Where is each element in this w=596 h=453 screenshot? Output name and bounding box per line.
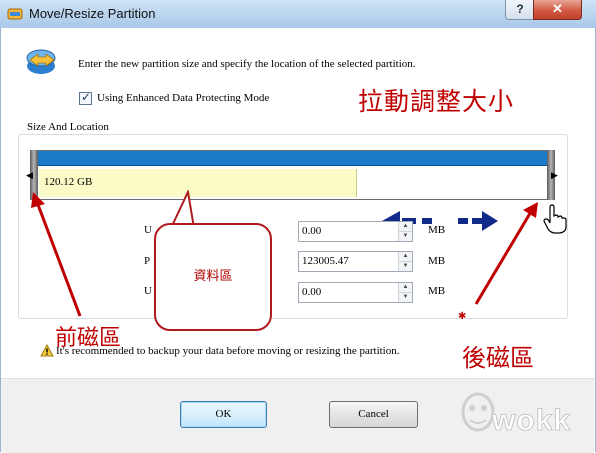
spin-down-icon[interactable]: ▼ [399, 293, 412, 302]
close-button[interactable]: ✕ [533, 0, 582, 20]
data-area-annotation: 資料區 [193, 269, 233, 284]
unit-label: MB [428, 285, 446, 297]
unit-label: MB [428, 224, 446, 236]
partition-size-input[interactable]: 123005.47 ▲ ▼ [298, 251, 413, 272]
partition-size-label: 120.12 GB [44, 176, 93, 188]
unallocated-after-input[interactable]: 0.00 ▲ ▼ [298, 282, 413, 303]
unallocated-after-value: 0.00 [302, 286, 322, 298]
spin-up-icon[interactable]: ▲ [399, 252, 412, 262]
partition-size-value: 123005.47 [302, 255, 349, 267]
ok-button[interactable]: OK [180, 401, 267, 428]
window-title: Move/Resize Partition [29, 6, 156, 21]
warning-text: It's recommended to backup your data bef… [56, 345, 400, 357]
hand-cursor-icon [543, 204, 567, 234]
front-arrow-icon [31, 192, 82, 317]
spinner[interactable]: ▲ ▼ [398, 222, 412, 241]
warning-icon [40, 344, 54, 357]
spinner[interactable]: ▲ ▼ [398, 252, 412, 271]
field-label-unallocated-before: U [144, 224, 152, 236]
spin-up-icon[interactable]: ▲ [399, 283, 412, 293]
protect-mode-label: Using Enhanced Data Protecting Mode [97, 92, 270, 104]
help-button[interactable]: ? [505, 0, 535, 20]
spin-down-icon[interactable]: ▼ [399, 262, 412, 271]
back-sector-annotation: 後磁區 [462, 344, 534, 372]
right-arrow-icon: ▶ [551, 170, 558, 180]
field-label-partition-size: P [144, 255, 151, 267]
spin-up-icon[interactable]: ▲ [399, 222, 412, 232]
spinner[interactable]: ▲ ▼ [398, 283, 412, 302]
resize-annotation: 拉動調整大小 [358, 87, 515, 116]
move-resize-icon [26, 49, 56, 74]
back-arrow-icon [474, 202, 538, 305]
unallocated-before-input[interactable]: 0.00 ▲ ▼ [298, 221, 413, 242]
instruction-text: Enter the new partition size and specify… [78, 58, 416, 70]
unallocated-before-value: 0.00 [302, 225, 322, 237]
partition-bar-header [37, 151, 548, 166]
spin-down-icon[interactable]: ▼ [399, 232, 412, 241]
left-arrow-icon: ◀ [26, 170, 33, 180]
watermark-text: wokk [491, 404, 572, 438]
cancel-button[interactable]: Cancel [329, 401, 418, 428]
field-label-unallocated-after: U [144, 285, 152, 297]
group-label: Size And Location [24, 121, 112, 133]
red-dot-icon: ✱ [458, 311, 467, 322]
data-area-bubble: 資料區 [154, 223, 272, 331]
app-icon [7, 8, 23, 20]
bubble-joint [170, 226, 196, 230]
protect-mode-checkbox[interactable] [79, 90, 92, 105]
partition-bar[interactable]: 120.12 GB [36, 150, 549, 200]
unit-label: MB [428, 255, 446, 267]
